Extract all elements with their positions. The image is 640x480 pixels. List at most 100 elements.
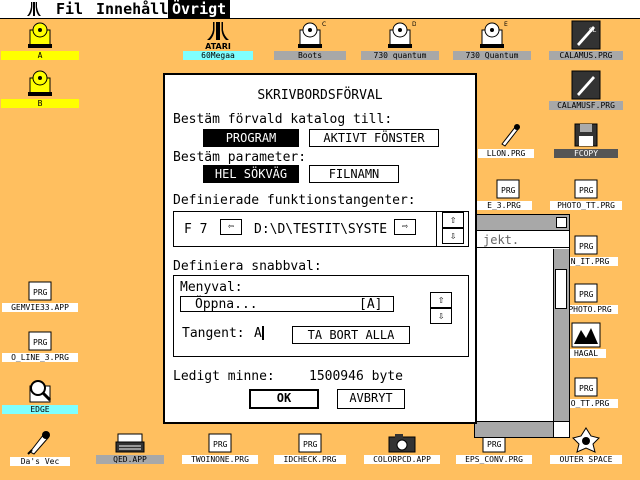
icon-label: QED.APP [96,455,164,464]
desktop-icon-drive-c[interactable]: C Boots [270,20,350,60]
fkey-right-arrow-icon[interactable]: ⇨ [394,219,416,235]
icon-label: Da's Vec [10,457,70,466]
window-title-bar[interactable] [475,215,569,231]
atari-logo-icon[interactable] [26,1,42,17]
fkey-path-field[interactable]: D:\D\TESTIT\SYSTE [254,222,387,237]
fkey-down-arrow-icon[interactable]: ⇩ [442,228,464,244]
icon-label: IDCHECK.PRG [274,455,346,464]
horizontal-scrollbar[interactable] [475,421,553,437]
menu-choice-field[interactable]: Öppna... [A] [180,296,394,312]
svg-text:SL: SL [589,27,597,34]
desktop-icon-o-line-3[interactable]: PRG O_LINE_3.PRG [0,330,80,362]
desktop-icon-idcheck[interactable]: PRG IDCHECK.PRG [270,432,350,464]
desktop-icon-calamus[interactable]: SL CALAMUS.PRG [546,20,626,60]
svg-text:PRG: PRG [33,288,48,297]
desktop-icon-drive-b[interactable]: B [0,70,80,108]
key-input[interactable]: A [254,326,262,341]
svg-text:PRG: PRG [579,290,594,299]
window-info-text: jekt. [483,233,520,247]
svg-text:ATARI: ATARI [205,42,231,50]
icon-label: N_IT.PRG [562,257,618,266]
menu-fil[interactable]: Fil [52,0,87,18]
shortcut-heading: Definiera snabbval: [173,259,322,274]
icon-label: FCOPY [554,149,618,158]
window-info-line: jekt. [475,232,569,248]
param-filename-button[interactable]: FILNAMN [309,165,399,183]
resize-handle[interactable] [553,421,569,437]
clear-all-button[interactable]: TA BORT ALLA [292,326,410,344]
vertical-scrollbar[interactable] [553,249,569,421]
desktop-icon-drive-e[interactable]: E 730 Quantum [452,20,532,60]
icon-label: OUTER SPACE [550,455,622,464]
svg-text:PRG: PRG [579,384,594,393]
svg-text:PRG: PRG [579,186,594,195]
svg-text:D: D [412,21,416,28]
free-memory-value: 1500946 byte [309,369,403,384]
icon-label: 730 Quantum [453,51,531,60]
desktop-icon-twoinone[interactable]: PRG TWOINONE.PRG [180,432,260,464]
background-window[interactable]: jekt. [474,214,570,438]
desktop-icon-edge[interactable]: EDGE [0,378,80,414]
calamusf-icon [571,70,601,100]
desktop-icon-colorpcd[interactable]: COLORPCD.APP [362,432,442,464]
desktop-icon-das-vec[interactable]: Da's Vec [0,428,80,466]
fkey-up-arrow-icon[interactable]: ⇧ [442,212,464,228]
fkey-heading: Definierade funktionstangenter: [173,193,416,208]
desktop-icon-atari[interactable]: ATARI 60Megaa [178,20,258,60]
fkey-left-arrow-icon[interactable]: ⇦ [220,219,242,235]
menu-choice-value: Öppna... [195,297,258,312]
calamus-icon: SL [571,20,601,50]
menu-innehall[interactable]: Innehåll [92,0,172,18]
desktop-icon-llon[interactable]: LLON.PRG [470,122,550,158]
icon-label: E_3.PRG [476,201,532,210]
program-icon: PRG [574,283,598,303]
svg-text:PRG: PRG [579,242,594,251]
desktop-icon-fcopy[interactable]: FCOPY [546,122,626,158]
key-label: Tangent: [182,326,245,341]
param-full-path-button[interactable]: HEL SÖKVÄG [203,165,299,183]
icon-label: 60Megaa [183,51,253,60]
svg-text:PRG: PRG [33,338,48,347]
svg-text:PRG: PRG [303,440,318,449]
icon-label: CALAMUS.PRG [549,51,623,60]
icon-label: COLORPCD.APP [364,455,440,464]
desktop-icon-e3[interactable]: PRG E_3.PRG [468,178,548,210]
fuller-icon[interactable] [556,217,567,228]
icon-label: EDGE [2,405,78,414]
drive-d-icon: D [388,21,416,48]
desktop-icon-drive-d[interactable]: D 730 quantum [360,20,440,60]
menu-ovrigt[interactable]: Övrigt [168,0,231,18]
icon-label: HAGAL [566,349,606,358]
cancel-button[interactable]: AVBRYT [337,389,405,409]
icon-label: O_TT.PRG [562,399,618,408]
quill-icon [27,431,50,455]
icon-label: O_LINE_3.PRG [2,353,78,362]
typewriter-icon [115,433,145,453]
free-memory-label: Ledigt minne: [173,369,275,384]
desktop-icon-photo-tt[interactable]: PRG PHOTO_TT.PRG [546,178,626,210]
svg-text:PRG: PRG [213,440,228,449]
icon-label: B [1,99,79,108]
menu-bar: Fil Innehåll Övrigt [0,0,640,19]
ok-button[interactable]: OK [249,389,319,409]
shortcut-frame: Menyval: Öppna... [A] ⇧ ⇩ Tangent: A TA … [173,275,469,357]
catalog-program-button[interactable]: PROGRAM [203,129,299,147]
icon-label: 730 quantum [361,51,439,60]
icon-label: A [1,51,79,60]
desktop-icon-drive-a[interactable]: A [0,22,80,60]
program-icon: PRG [298,433,322,453]
desktop-icon-gemvie33[interactable]: PRG GEMVIE33.APP [0,280,80,312]
catalog-active-window-button[interactable]: AKTIVT FÖNSTER [309,129,439,147]
desktop-icon-calamusf[interactable]: CALAMUSF.PRG [546,70,626,110]
desktop-icon-qed[interactable]: QED.APP [90,430,170,464]
scroll-thumb[interactable] [555,269,567,309]
shortcut-down-arrow-icon[interactable]: ⇩ [430,308,452,324]
menu-choice-key: [A] [359,297,383,312]
svg-text:E: E [504,21,508,28]
camera-icon [388,434,416,453]
icon-label: EPS_CONV.PRG [456,455,532,464]
program-icon: PRG [28,331,52,351]
program-icon: PRG [574,179,598,199]
shortcut-up-arrow-icon[interactable]: ⇧ [430,292,452,308]
menu-choice-label: Menyval: [180,280,243,295]
